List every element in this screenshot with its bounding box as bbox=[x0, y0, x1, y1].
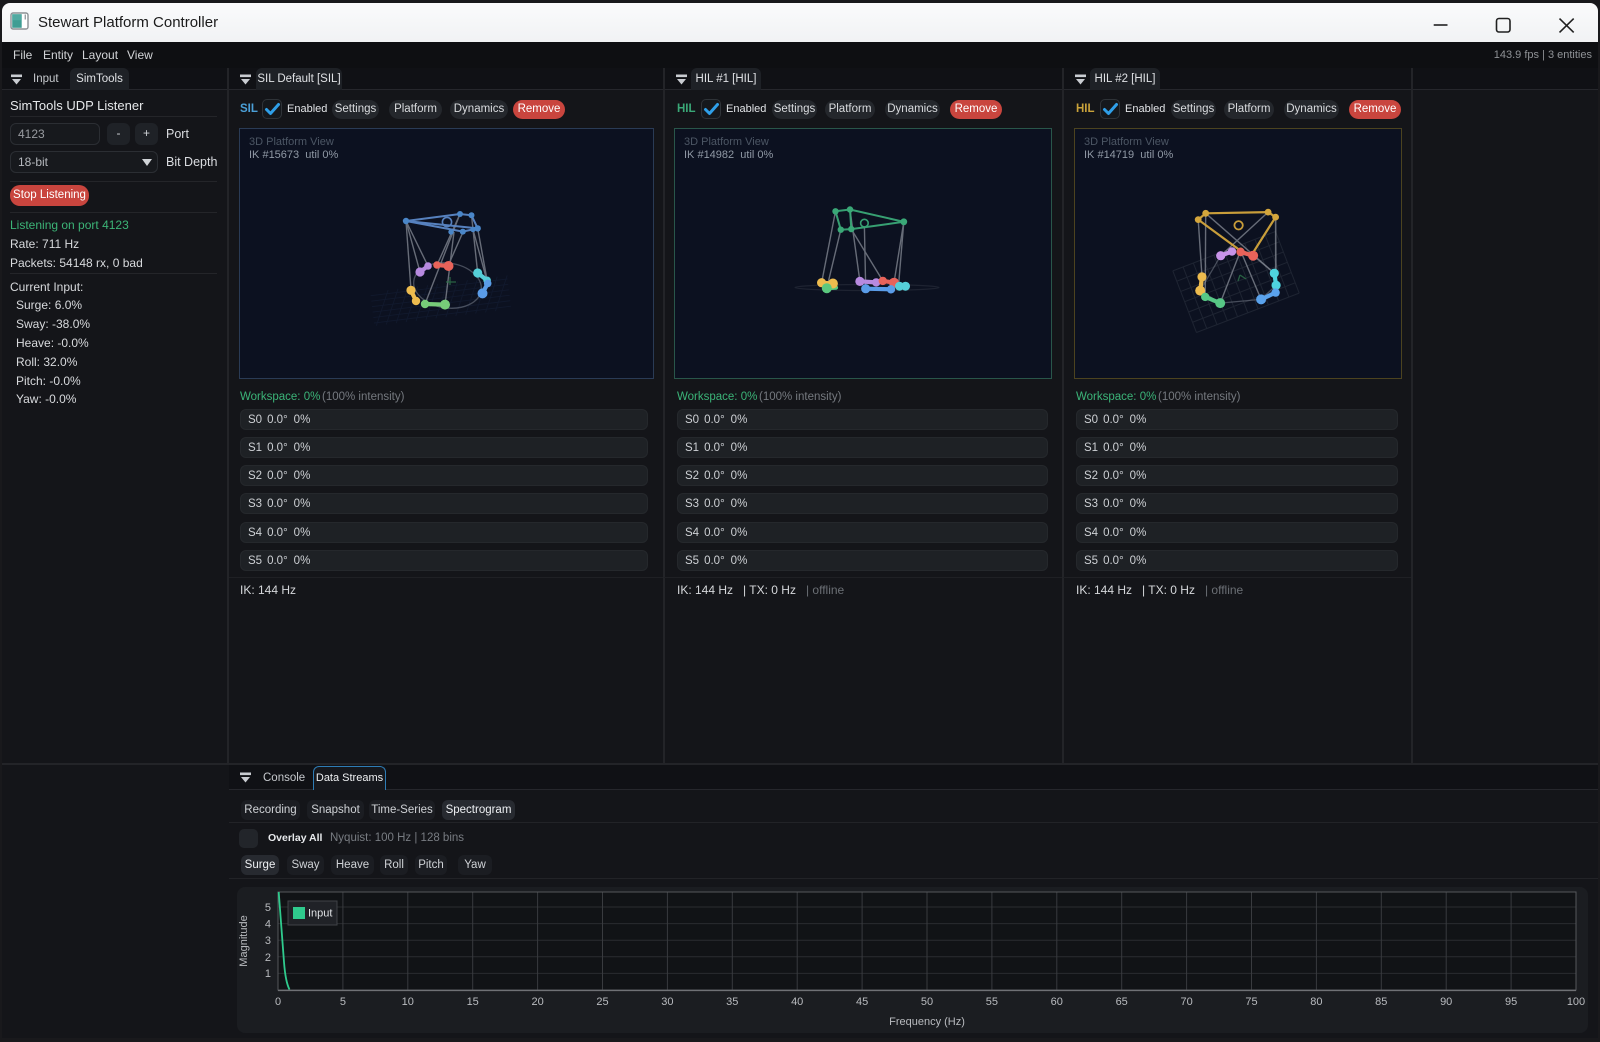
svg-text:1: 1 bbox=[265, 968, 271, 980]
svg-text:10: 10 bbox=[402, 996, 414, 1008]
svg-text:85: 85 bbox=[1375, 996, 1387, 1008]
svg-text:45: 45 bbox=[856, 996, 868, 1008]
svg-text:65: 65 bbox=[1116, 996, 1128, 1008]
svg-text:5: 5 bbox=[340, 996, 346, 1008]
svg-text:50: 50 bbox=[921, 996, 933, 1008]
svg-text:80: 80 bbox=[1310, 996, 1322, 1008]
svg-text:2: 2 bbox=[265, 952, 271, 964]
svg-text:15: 15 bbox=[467, 996, 479, 1008]
svg-text:3: 3 bbox=[265, 935, 271, 947]
svg-text:60: 60 bbox=[1051, 996, 1063, 1008]
svg-text:30: 30 bbox=[661, 996, 673, 1008]
svg-text:4: 4 bbox=[265, 919, 271, 931]
svg-text:70: 70 bbox=[1180, 996, 1192, 1008]
svg-text:20: 20 bbox=[531, 996, 543, 1008]
svg-text:0: 0 bbox=[275, 996, 281, 1008]
svg-text:35: 35 bbox=[726, 996, 738, 1008]
svg-text:90: 90 bbox=[1440, 996, 1452, 1008]
svg-text:Frequency (Hz): Frequency (Hz) bbox=[889, 1016, 965, 1028]
svg-text:25: 25 bbox=[596, 996, 608, 1008]
svg-text:75: 75 bbox=[1245, 996, 1257, 1008]
svg-text:95: 95 bbox=[1505, 996, 1517, 1008]
svg-text:Magnitude: Magnitude bbox=[238, 915, 250, 966]
svg-text:5: 5 bbox=[265, 902, 271, 914]
svg-text:40: 40 bbox=[791, 996, 803, 1008]
svg-text:Input: Input bbox=[308, 908, 332, 920]
svg-text:55: 55 bbox=[986, 996, 998, 1008]
svg-text:100: 100 bbox=[1567, 996, 1585, 1008]
